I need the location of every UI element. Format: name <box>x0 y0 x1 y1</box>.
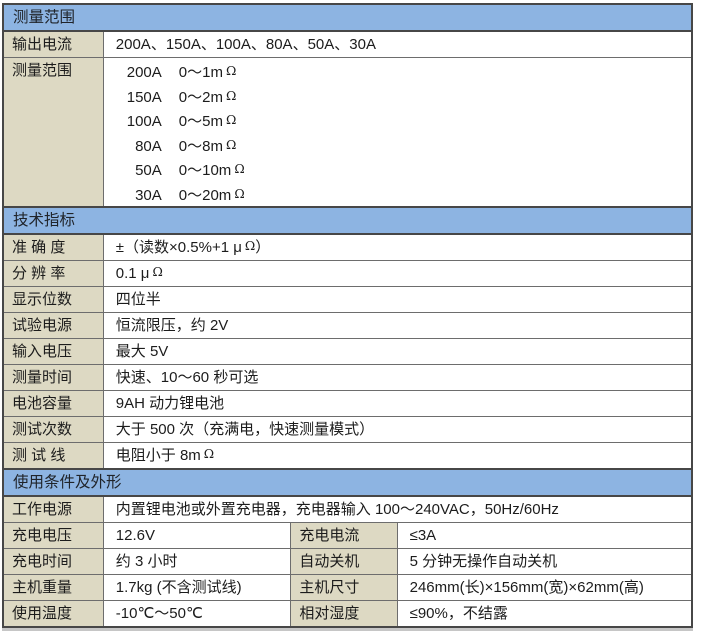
table-row-battery-capacity: 电池容量 9AH 动力锂电池 <box>3 391 692 417</box>
value-text: ±（读数×0.5%+1 μ <box>116 239 242 256</box>
ohm-unit: Ω <box>234 157 244 182</box>
row-value-test-lead: 电阻小于 8mΩ <box>103 443 692 470</box>
row-label-input-voltage: 输入电压 <box>3 339 103 365</box>
row-label-battery-capacity: 电池容量 <box>3 391 103 417</box>
row-label-resolution: 分 辨 率 <box>3 261 103 287</box>
row-value-auto-off: 5 分钟无操作自动关机 <box>397 549 692 575</box>
table-row-weight-size: 主机重量 1.7kg (不含测试线) 主机尺寸 246mm(长)×156mm(宽… <box>3 575 692 601</box>
table-row-test-count: 测试次数 大于 500 次（充满电，快速测量模式） <box>3 417 692 443</box>
value-text: 电阻小于 8m <box>116 447 201 464</box>
ohm-unit: Ω <box>226 108 236 133</box>
row-label-charge-current: 充电电流 <box>291 523 397 549</box>
ohm-unit: Ω <box>152 265 162 279</box>
spec-sheet-page: 测量范围 输出电流 200A、150A、100A、80A、50A、30A 测量范… <box>0 0 702 631</box>
ohm-unit: Ω <box>204 447 214 461</box>
row-value-input-voltage: 最大 5V <box>103 339 692 365</box>
row-label-output-current: 输出电流 <box>3 31 103 58</box>
section-header-tech: 技术指标 <box>3 207 692 234</box>
table-row-environment: 使用温度 -10℃～50℃ 相对湿度 ≤90%，不结露 <box>3 601 692 628</box>
row-label-auto-off: 自动关机 <box>291 549 397 575</box>
range-line: 200A 0～1mΩ <box>116 59 683 84</box>
row-label-temp: 使用温度 <box>3 601 103 628</box>
row-value-charge-time: 约 3 小时 <box>103 549 291 575</box>
section-header-row-measure: 测量范围 <box>3 4 692 31</box>
table-row-input-voltage: 输入电压 最大 5V <box>3 339 692 365</box>
table-row-charge-time: 充电时间 约 3 小时 自动关机 5 分钟无操作自动关机 <box>3 549 692 575</box>
row-value-temp: -10℃～50℃ <box>103 601 291 628</box>
section-header-measure: 测量范围 <box>3 4 692 31</box>
ohm-unit: Ω <box>245 239 255 253</box>
range-span: 0～8m <box>179 138 223 155</box>
row-value-humidity: ≤90%，不结露 <box>397 601 692 628</box>
row-value-charge-voltage: 12.6V <box>103 523 291 549</box>
range-line: 100A 0～5mΩ <box>116 108 683 133</box>
row-value-resolution: 0.1 μΩ <box>103 261 692 287</box>
row-value-charge-current: ≤3A <box>397 523 692 549</box>
table-row-charging: 充电电压 12.6V 充电电流 ≤3A <box>3 523 692 549</box>
row-label-humidity: 相对湿度 <box>291 601 397 628</box>
range-line: 150A 0～2mΩ <box>116 84 683 109</box>
row-value-dimensions: 246mm(长)×156mm(宽)×62mm(高) <box>397 575 692 601</box>
range-line: 30A 0～20mΩ <box>116 182 683 207</box>
ohm-unit: Ω <box>226 133 236 158</box>
spec-table: 测量范围 输出电流 200A、150A、100A、80A、50A、30A 测量范… <box>2 3 693 628</box>
row-label-dimensions: 主机尺寸 <box>291 575 397 601</box>
row-value-measure-time: 快速、10～60 秒可选 <box>103 365 692 391</box>
table-row-test-lead: 测 试 线 电阻小于 8mΩ <box>3 443 692 470</box>
section-header-usage: 使用条件及外形 <box>3 469 692 496</box>
row-value-weight: 1.7kg (不含测试线) <box>103 575 291 601</box>
row-value-test-power: 恒流限压，约 2V <box>103 313 692 339</box>
range-span: 0～10m <box>179 162 232 179</box>
value-text: 0.1 μ <box>116 265 150 282</box>
range-span: 0～1m <box>179 64 223 81</box>
table-row-accuracy: 准 确 度 ±（读数×0.5%+1 μΩ） <box>3 234 692 261</box>
table-row-display-digits: 显示位数 四位半 <box>3 287 692 313</box>
range-current: 200A <box>116 61 162 86</box>
range-current: 50A <box>116 159 162 184</box>
row-value-display-digits: 四位半 <box>103 287 692 313</box>
range-current: 80A <box>116 135 162 160</box>
row-value-work-power: 内置锂电池或外置充电器，充电器输入 100～240VAC，50Hz/60Hz <box>103 496 692 523</box>
range-current: 150A <box>116 86 162 111</box>
row-label-test-lead: 测 试 线 <box>3 443 103 470</box>
value-text: ） <box>255 239 270 256</box>
table-row-measure-range: 测量范围 200A0～1mΩ 150A0～2mΩ 100A0～5mΩ 80A0～… <box>3 58 692 208</box>
row-value-test-count: 大于 500 次（充满电，快速测量模式） <box>103 417 692 443</box>
ohm-unit: Ω <box>226 59 236 84</box>
section-header-row-usage: 使用条件及外形 <box>3 469 692 496</box>
row-label-charge-voltage: 充电电压 <box>3 523 103 549</box>
section-header-row-tech: 技术指标 <box>3 207 692 234</box>
row-label-work-power: 工作电源 <box>3 496 103 523</box>
table-row-measure-time: 测量时间 快速、10～60 秒可选 <box>3 365 692 391</box>
range-span: 0～5m <box>179 113 223 130</box>
row-label-accuracy: 准 确 度 <box>3 234 103 261</box>
row-value-measure-range: 200A0～1mΩ 150A0～2mΩ 100A0～5mΩ 80A0～8mΩ 5… <box>103 58 692 208</box>
row-label-weight: 主机重量 <box>3 575 103 601</box>
range-span: 0～2m <box>179 89 223 106</box>
row-label-measure-range: 测量范围 <box>3 58 103 208</box>
table-row-test-power: 试验电源 恒流限压，约 2V <box>3 313 692 339</box>
row-value-output-current: 200A、150A、100A、80A、50A、30A <box>103 31 692 58</box>
row-label-measure-time: 测量时间 <box>3 365 103 391</box>
row-value-accuracy: ±（读数×0.5%+1 μΩ） <box>103 234 692 261</box>
table-row-output-current: 输出电流 200A、150A、100A、80A、50A、30A <box>3 31 692 58</box>
range-span: 0～20m <box>179 187 232 204</box>
row-label-test-count: 测试次数 <box>3 417 103 443</box>
table-row-resolution: 分 辨 率 0.1 μΩ <box>3 261 692 287</box>
row-label-test-power: 试验电源 <box>3 313 103 339</box>
range-line: 50A 0～10mΩ <box>116 157 683 182</box>
row-label-display-digits: 显示位数 <box>3 287 103 313</box>
ohm-unit: Ω <box>226 84 236 109</box>
range-current: 100A <box>116 110 162 135</box>
row-value-battery-capacity: 9AH 动力锂电池 <box>103 391 692 417</box>
ohm-unit: Ω <box>234 182 244 207</box>
table-row-work-power: 工作电源 内置锂电池或外置充电器，充电器输入 100～240VAC，50Hz/6… <box>3 496 692 523</box>
range-line: 80A 0～8mΩ <box>116 133 683 158</box>
row-label-charge-time: 充电时间 <box>3 549 103 575</box>
range-current: 30A <box>116 184 162 208</box>
